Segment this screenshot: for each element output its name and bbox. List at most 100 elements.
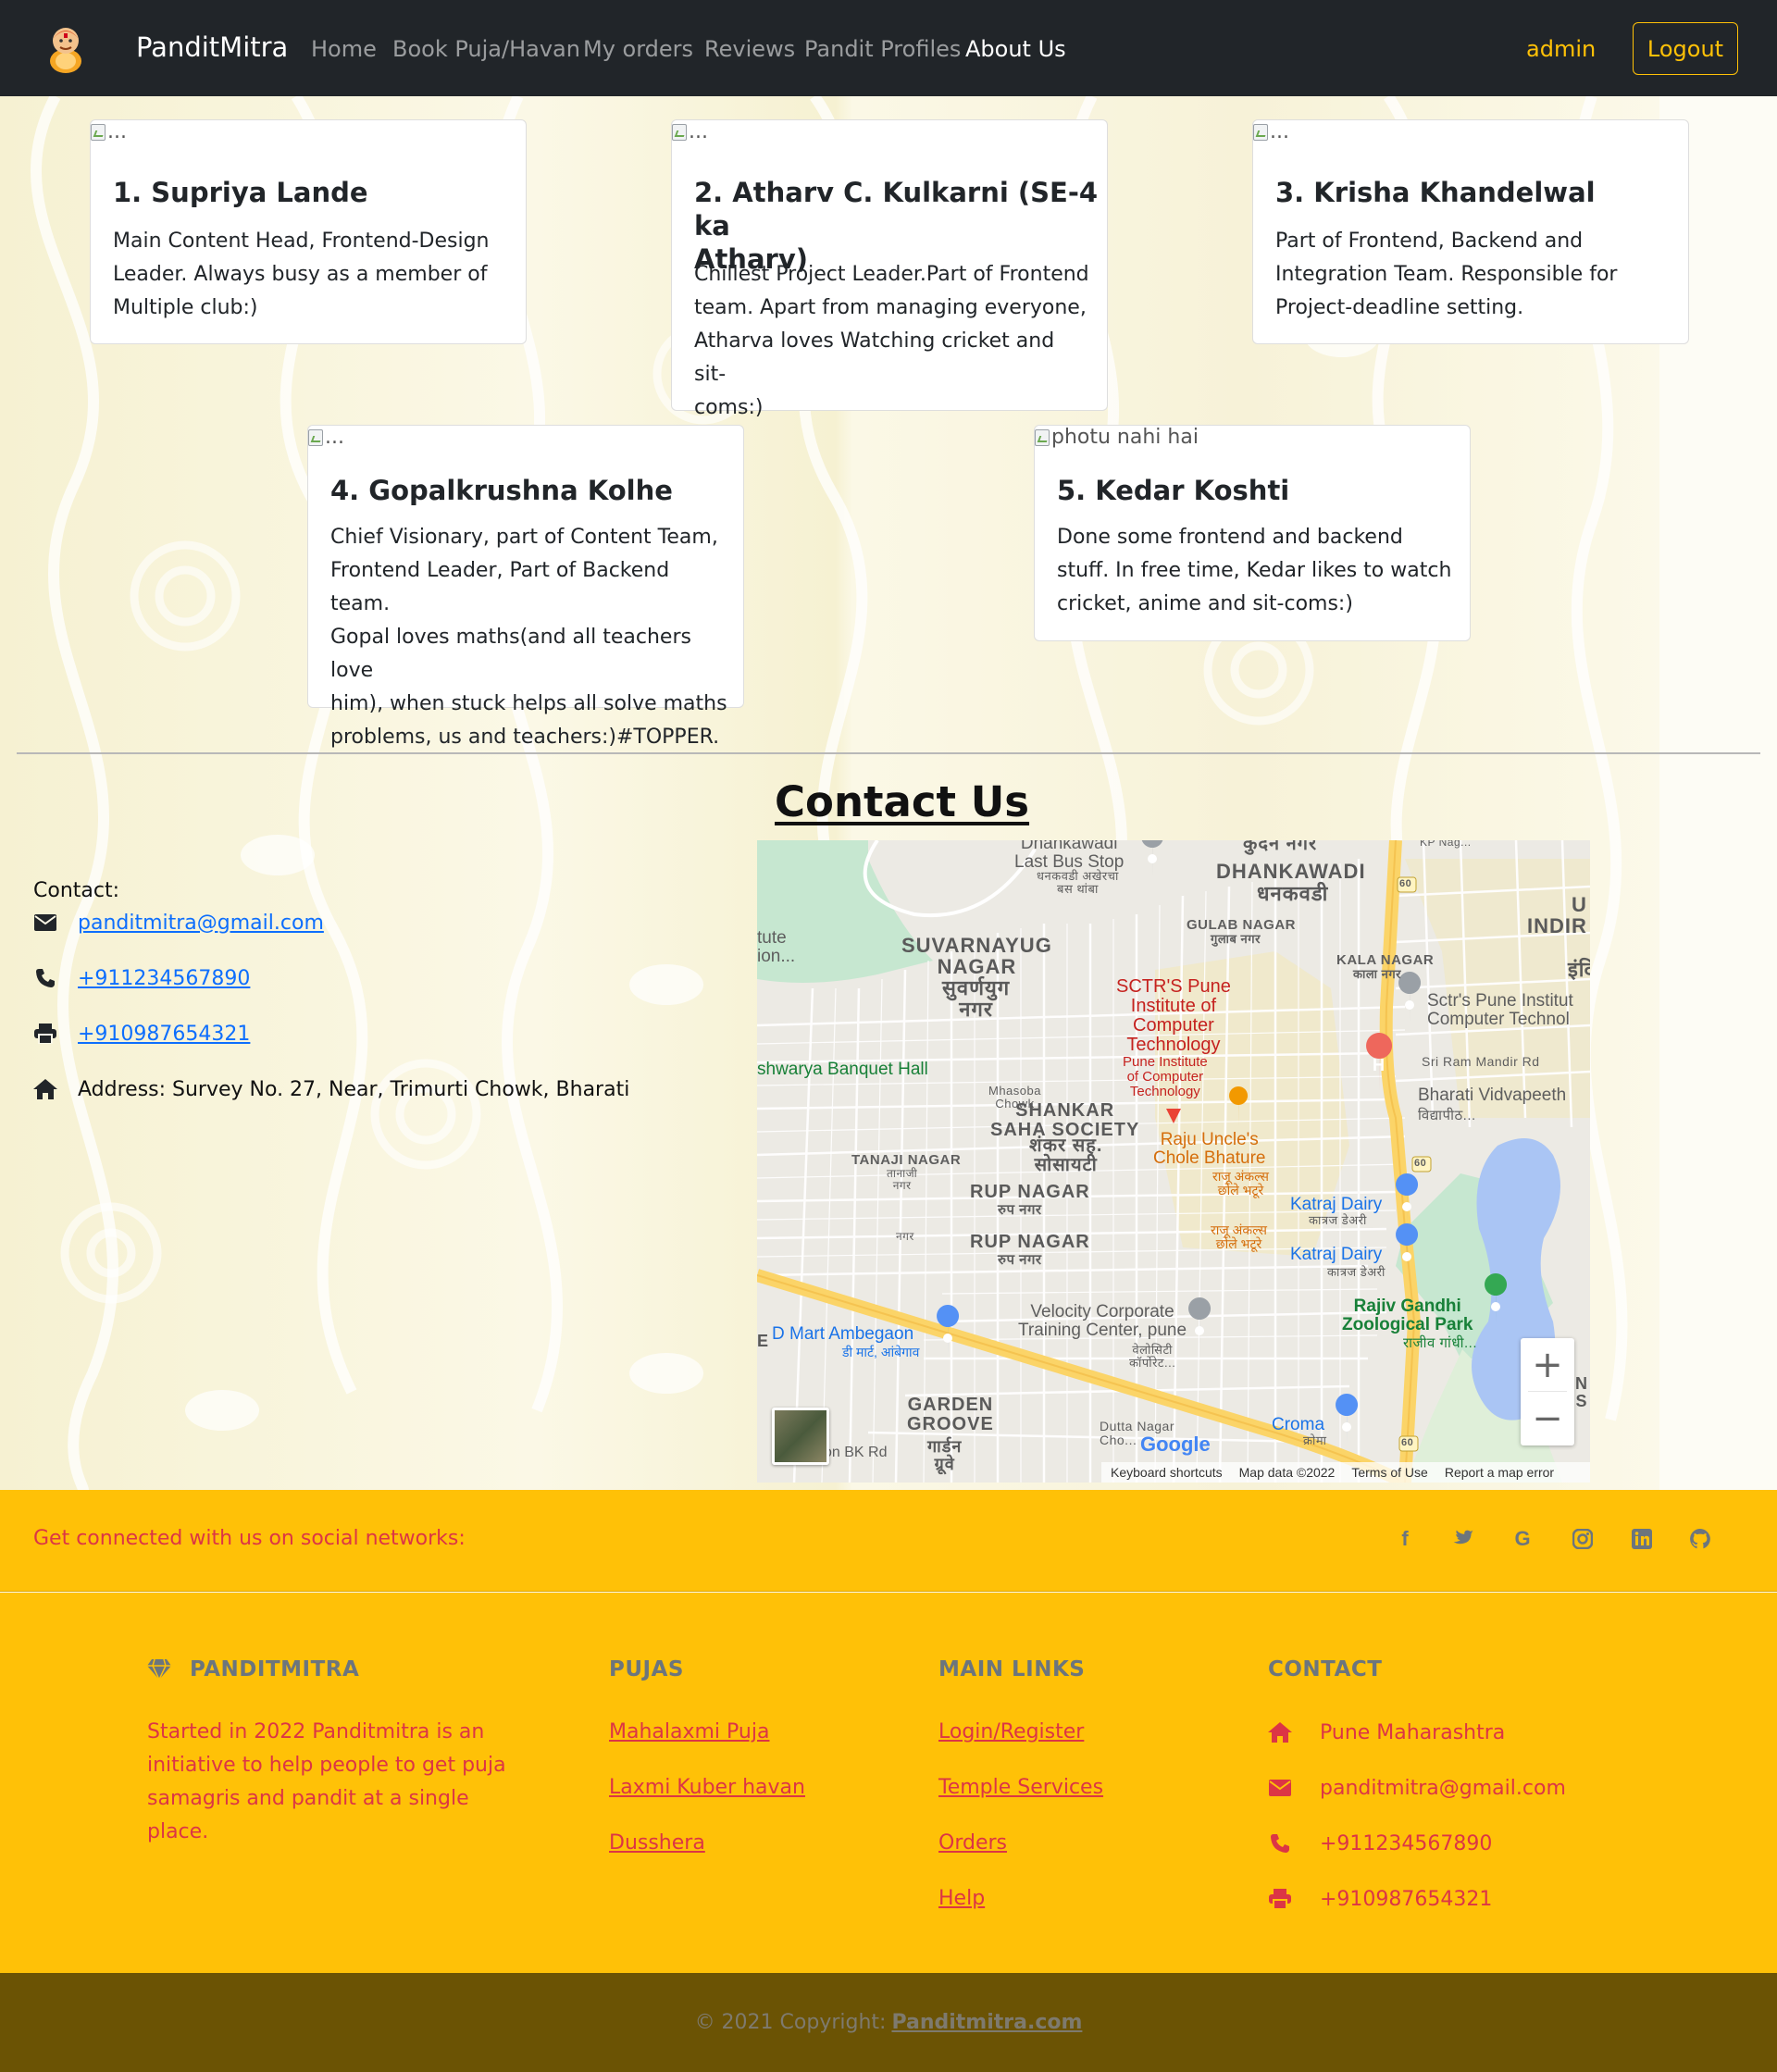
route-shield: 60 [1401,1437,1414,1448]
footer-link-temple-services[interactable]: Temple Services [938,1776,1103,1799]
description-line: problems, us and teachers:)#TOPPER. [330,726,720,749]
member-name: 4. Gopalkrushna Kolhe [330,475,673,506]
envelope-icon [1268,1776,1292,1800]
footer-link-login[interactable]: Login/Register [938,1720,1084,1743]
map-data-credit: Map data ©2022 [1238,1465,1336,1480]
member-photo-4: ... [308,426,344,449]
member-name: 3. Krisha Khandelwal [1275,177,1596,208]
member-card-5: photu nahi hai 5. Kedar Koshti Done some… [1034,425,1471,641]
google-logo: Google [1140,1433,1211,1457]
home-icon [1268,1720,1292,1744]
footer-link-help[interactable]: Help [938,1887,985,1910]
footer-contact-phone: +911234567890 [1268,1831,1492,1855]
footer-brand-heading: PANDITMITRA [147,1657,359,1681]
username-link[interactable]: admin [1526,36,1596,62]
description-line: him), when stuck helps all solve maths [330,692,727,715]
member-card-1: ... 1. Supriya Lande Main Content Head, … [90,119,527,344]
contact-phone-link[interactable]: +911234567890 [78,967,250,990]
image-alt-text: ... [1270,120,1289,143]
phone-icon [1268,1831,1292,1855]
google-icon[interactable]: G [1509,1525,1536,1553]
description-line: Gopal loves maths(and all teachers love [330,626,691,682]
map-footer: Keyboard shortcuts Map data ©2022 Terms … [1101,1462,1590,1483]
member-card-3: ... 3. Krisha Khandelwal Part of Fronten… [1252,119,1689,344]
linkedin-icon[interactable] [1628,1525,1656,1553]
contact-fax-link[interactable]: +910987654321 [78,1023,250,1046]
footer: PANDITMITRA Started in 2022 Panditmitra … [0,1593,1777,1973]
zoom-out-button[interactable]: − [1521,1392,1574,1445]
home-icon [33,1077,57,1101]
contact-email-link[interactable]: panditmitra@gmail.com [78,912,324,935]
nav-home[interactable]: Home [311,36,377,62]
nav-about-us[interactable]: About Us [965,36,1066,62]
footer-contact-email: panditmitra@gmail.com [1268,1776,1566,1800]
map-report-error-link[interactable]: Report a map error [1445,1465,1554,1480]
map-terms-link[interactable]: Terms of Use [1351,1465,1427,1480]
map-satellite-toggle[interactable] [772,1408,829,1465]
description-line: Frontend Leader, Part of Backend team. [330,559,670,615]
contact-address: Address: Survey No. 27, Near, Trimurti C… [78,1077,630,1101]
envelope-icon [33,911,57,935]
map-keyboard-shortcuts[interactable]: Keyboard shortcuts [1111,1465,1223,1480]
member-description: Main Content Head, Frontend-Design Leade… [113,225,511,325]
facebook-icon[interactable]: f [1391,1525,1419,1553]
map-label: राजीव गांधी... [1403,1335,1477,1351]
map-label: KALA NAGAR [1336,952,1435,968]
zoom-in-button[interactable]: + [1521,1338,1574,1392]
map-label: TANAJI NAGAR [851,1152,962,1168]
broken-image-icon [308,428,323,446]
member-name-line: 2. Atharv C. Kulkarni (SE-4 ka [694,177,1099,242]
member-photo-3: ... [1253,120,1289,143]
gem-icon [147,1659,171,1680]
map-label: Croma [1272,1415,1325,1434]
logout-button[interactable]: Logout [1633,22,1738,75]
nav-my-orders[interactable]: My orders [583,36,693,62]
contact-fax-row: +910987654321 [33,1022,250,1046]
instagram-icon[interactable] [1569,1525,1597,1553]
brand-text-line: samagris and pandit at a single [147,1787,469,1810]
map-label: U INDIR [1527,893,1587,938]
image-alt-text: ... [689,120,708,143]
map-label: Rajiv Gandhi Zoological Park [1342,1297,1473,1334]
pandit-logo-icon[interactable] [44,20,87,74]
footer-link-laxmi-kuber[interactable]: Laxmi Kuber havan [609,1776,805,1799]
map-label: विद्यापीठ... [1418,1108,1476,1123]
navbar: PanditMitra Home Book Puja/Havan My orde… [0,0,1777,96]
map-label: SUVARNAYUG NAGAR [901,934,1052,979]
member-description: Done some frontend and backend stuff. In… [1057,521,1455,621]
map-label: गार्डन ग्रूवे [927,1437,963,1473]
broken-image-icon [91,123,106,141]
map-label: शंकर सह. सोसायटी [1029,1135,1103,1175]
map-label: Katraj Dairy [1290,1245,1383,1264]
map-label: गुलाब नगर [1211,932,1261,946]
description-line: Chillest Project Leader.Part of Frontend [694,263,1089,286]
footer-link-mahalaxmi[interactable]: Mahalaxmi Puja [609,1720,769,1743]
hospital-icon: H [1373,1056,1385,1074]
route-shield: 60 [1399,878,1412,889]
member-photo-5: photu nahi hai [1035,426,1199,449]
github-icon[interactable] [1686,1525,1714,1553]
route-shield: 60 [1414,1158,1427,1169]
brand-name[interactable]: PanditMitra [136,31,288,63]
google-map[interactable]: Dhankawadi Last Bus Stop धनकवडी अखेरचा बस … [757,840,1590,1483]
contact-heading: Contact Us [775,777,1030,826]
copyright-link[interactable]: Panditmitra.com [891,2011,1082,2034]
image-alt-text: photu nahi hai [1051,426,1199,449]
footer-link-orders[interactable]: Orders [938,1831,1007,1855]
twitter-icon[interactable] [1448,1525,1476,1553]
member-photo-2: ... [672,120,708,143]
nav-book-puja[interactable]: Book Puja/Havan [392,36,580,62]
brand-text-line: Started in 2022 Panditmitra is an [147,1720,485,1743]
description-line: stuff. In free time, Kedar likes to watc… [1057,559,1452,582]
description-line: Leader. Always busy as a member of [113,263,488,286]
nav-pandit-profiles[interactable]: Pandit Profiles [804,36,961,62]
print-icon [1268,1887,1292,1911]
footer-link-dusshera[interactable]: Dusshera [609,1831,705,1855]
nav-reviews[interactable]: Reviews [704,36,795,62]
member-description: Chillest Project Leader.Part of Frontend… [694,258,1092,425]
member-card-2: ... 2. Atharv C. Kulkarni (SE-4 ka Athar… [671,119,1108,419]
copyright-bar: © 2021 Copyright: Panditmitra.com [0,1973,1777,2072]
map-label: Raju Uncle's Chole Bhature [1153,1130,1266,1168]
copyright-text: © 2021 Copyright: [694,2011,887,2034]
map-label: shwarya Banquet Hall [757,1060,928,1079]
